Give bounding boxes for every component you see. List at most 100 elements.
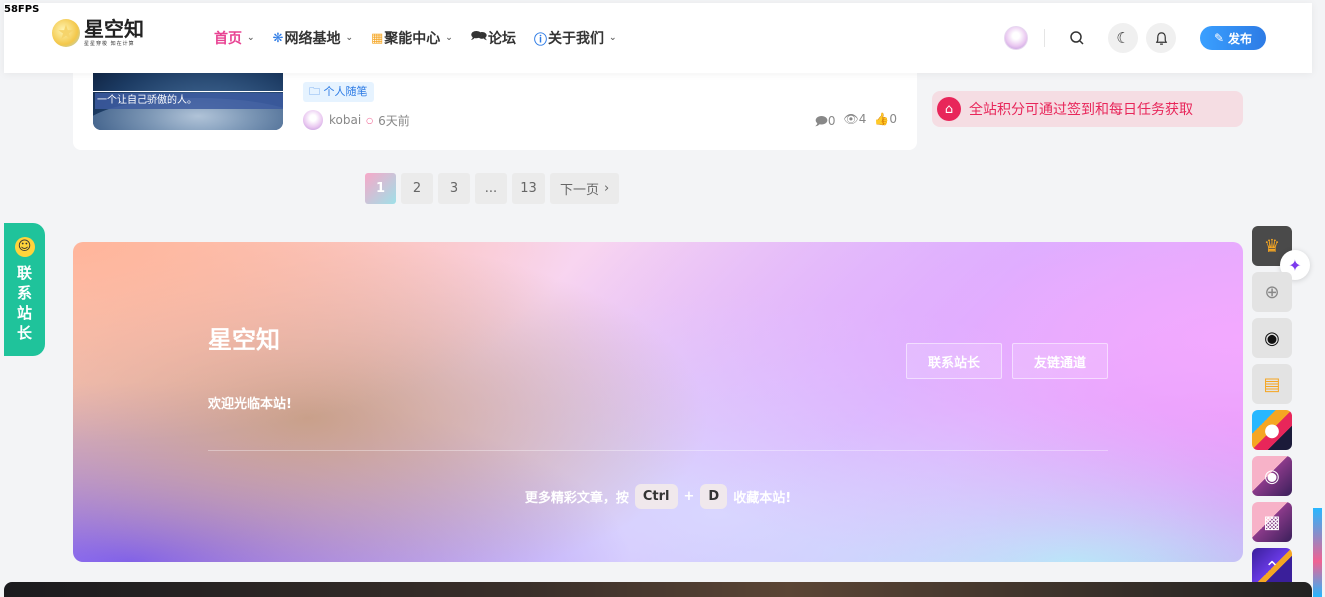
contact-char: 系: [16, 284, 32, 302]
chevron-down-icon: ⌄: [445, 33, 453, 43]
top-navbar: 星空知 星星穿梭 知在计算 首页 ⌄ ❋ 网络基地 ⌄ ▦ 聚能中心 ⌄ 🗪 论…: [4, 3, 1312, 73]
post-meta: kobai ○ 6天前: [303, 110, 410, 130]
fps-counter: 58FPS: [4, 4, 40, 15]
chevron-up-icon: ⌃: [1264, 557, 1280, 579]
post-time: 6天前: [378, 113, 410, 128]
thumbs-up-icon: 👍: [874, 112, 890, 126]
notifications-button[interactable]: [1146, 23, 1176, 53]
nav-item-label: 关于我们: [548, 31, 605, 47]
chevron-down-icon: ⌄: [345, 33, 353, 43]
hero-welcome: 欢迎光临本站!: [208, 397, 292, 412]
nav-item-home[interactable]: 首页 ⌄: [214, 28, 255, 48]
user-avatar[interactable]: [1004, 26, 1028, 50]
comment-count: 🗩0: [814, 114, 836, 128]
friend-links-button[interactable]: 友链通道: [1012, 343, 1108, 379]
contact-owner-button[interactable]: 联系站长: [906, 343, 1002, 379]
sparkle-icon: ✦: [1288, 255, 1302, 275]
publish-button[interactable]: ✎ 发布: [1200, 26, 1266, 50]
folder-icon: 🗀: [309, 85, 320, 98]
nav-item-forum[interactable]: 🗪 论坛: [471, 27, 516, 49]
thumbnail-divider: [93, 91, 283, 92]
plus-circle-icon: ⊕: [1264, 281, 1280, 303]
publish-label: 发布: [1228, 31, 1253, 46]
qq-icon: ●: [1264, 419, 1280, 441]
bookmark-hint-post: 收藏本站!: [733, 491, 792, 506]
edge-decoration: [1313, 508, 1322, 597]
bookmark-hint-pre: 更多精彩文章，按: [524, 491, 629, 506]
logo-star-icon: [52, 19, 80, 47]
page-button[interactable]: 13: [512, 173, 545, 204]
author-avatar[interactable]: [303, 110, 323, 130]
hero-divider: [208, 450, 1108, 451]
site-logo[interactable]: 星空知 星星穿梭 知在计算: [52, 19, 144, 47]
separator-dot-icon: ○: [366, 115, 374, 125]
nav-item-label: 首页: [214, 31, 242, 47]
next-page-button[interactable]: 下一页 ›: [550, 173, 620, 204]
qq-group-button[interactable]: ●: [1252, 410, 1292, 450]
chevron-down-icon: ⌄: [609, 33, 617, 43]
nav-item-label: 论坛: [488, 31, 517, 47]
footer-banner: [4, 582, 1312, 597]
site-notice[interactable]: ⌂ 全站积分可通过签到和每日任务获取: [932, 91, 1243, 127]
chevron-down-icon: ⌄: [247, 33, 255, 43]
grid-icon: ▦: [371, 30, 384, 46]
post-card[interactable]: 一个让自己骄傲的人。 🗀 个人随笔 kobai ○ 6天前 🗩0 👁4 👍0: [73, 60, 917, 150]
add-button[interactable]: ⊕: [1252, 272, 1292, 312]
like-count: 👍0: [874, 112, 897, 126]
search-button[interactable]: [1062, 23, 1092, 53]
qr-code-icon: ▩: [1263, 511, 1281, 533]
qq-penguin-icon: ◉: [1264, 327, 1280, 349]
hero-banner: 星空知 欢迎光临本站! 联系站长 友链通道 更多精彩文章，按 Ctrl + D …: [73, 242, 1243, 562]
page-ellipsis: ...: [475, 173, 507, 204]
contact-owner-tab[interactable]: ☺ 联 系 站 长: [4, 223, 45, 356]
contact-char: 长: [16, 324, 32, 342]
network-icon: ❋: [272, 30, 284, 46]
d-key: D: [700, 484, 728, 509]
nav-item-energy-center[interactable]: ▦ 聚能中心 ⌄: [371, 28, 453, 48]
nav-item-about[interactable]: ⓘ 关于我们 ⌄: [534, 28, 617, 48]
chevron-right-icon: ›: [604, 181, 610, 196]
wechat-button[interactable]: ◉: [1252, 456, 1292, 496]
chat-icon: 🗪: [470, 29, 488, 44]
bookmark-hint: 更多精彩文章，按 Ctrl + D 收藏本站!: [73, 484, 1243, 509]
bell-icon: [1155, 31, 1167, 45]
nav-item-label: 网络基地: [284, 31, 341, 47]
divider: [1044, 29, 1045, 47]
main-nav: 首页 ⌄ ❋ 网络基地 ⌄ ▦ 聚能中心 ⌄ 🗪 论坛 ⓘ 关于我们 ⌄: [214, 3, 635, 73]
pencil-icon: ✎: [1213, 31, 1225, 45]
thumbnail-caption: 一个让自己骄傲的人。: [95, 93, 283, 109]
contact-char: 站: [16, 304, 32, 322]
wechat-icon: ◉: [1264, 465, 1280, 487]
view-count: 👁4: [843, 112, 867, 126]
ctrl-key: Ctrl: [634, 484, 678, 509]
nav-actions: ☾ ✎ 发布: [1004, 23, 1266, 53]
page-button[interactable]: 3: [438, 173, 470, 204]
chat-button[interactable]: ▤: [1252, 364, 1292, 404]
dark-mode-toggle[interactable]: ☾: [1108, 23, 1138, 53]
author-name[interactable]: kobai: [329, 113, 361, 127]
post-stats: 🗩0 👁4 👍0: [815, 112, 897, 133]
chat-bubble-icon: ▤: [1263, 373, 1281, 395]
contact-char: 联: [16, 264, 32, 282]
comment-icon: 🗩: [814, 114, 828, 128]
page-button[interactable]: 1: [365, 173, 396, 204]
moon-icon: ☾: [1116, 29, 1130, 47]
logo-subtitle: 星星穿梭 知在计算: [84, 41, 135, 47]
plus-sign: +: [683, 489, 695, 504]
smiley-icon: ☺: [14, 237, 35, 257]
info-icon: ⓘ: [534, 32, 548, 48]
crown-icon: ♛: [1263, 235, 1281, 257]
next-page-label: 下一页: [560, 183, 600, 198]
nav-item-label: 聚能中心: [384, 31, 441, 47]
logo-title: 星空知: [84, 17, 144, 41]
nav-item-network-base[interactable]: ❋ 网络基地 ⌄: [273, 28, 353, 48]
pagination: 1 2 3 ... 13 下一页 ›: [365, 173, 620, 204]
qq-button[interactable]: ◉: [1252, 318, 1292, 358]
qr-code-button[interactable]: ▩: [1252, 502, 1292, 542]
hero-title: 星空知: [208, 326, 280, 354]
page-button[interactable]: 2: [401, 173, 433, 204]
eye-icon: 👁: [843, 112, 859, 126]
category-tag[interactable]: 🗀 个人随笔: [303, 82, 374, 102]
category-tag-label: 个人随笔: [323, 85, 368, 98]
search-icon: [1070, 31, 1084, 45]
